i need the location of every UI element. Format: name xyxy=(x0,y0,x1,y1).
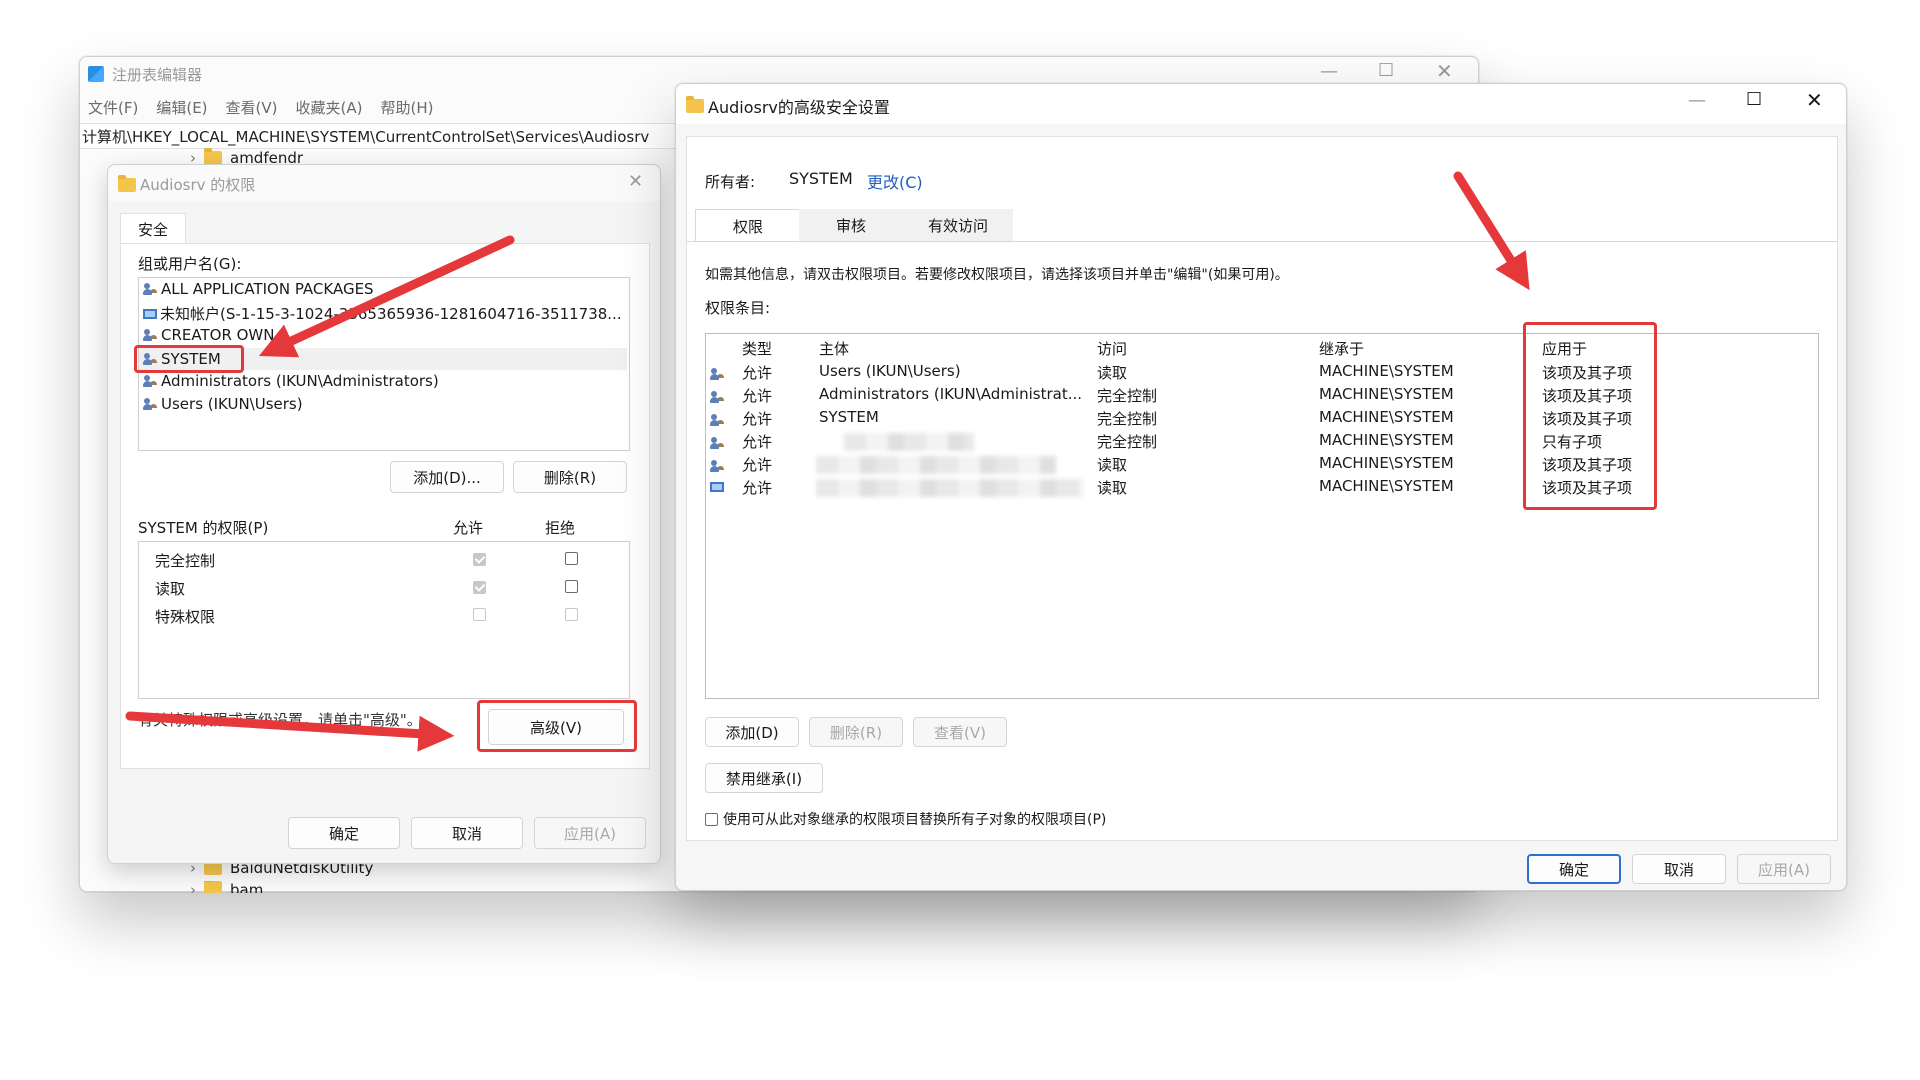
annotation-arrows xyxy=(125,171,1530,752)
arrow-to-system xyxy=(258,235,515,358)
arrow-to-advanced xyxy=(125,711,455,752)
arrow-to-applies-to xyxy=(1453,171,1530,291)
